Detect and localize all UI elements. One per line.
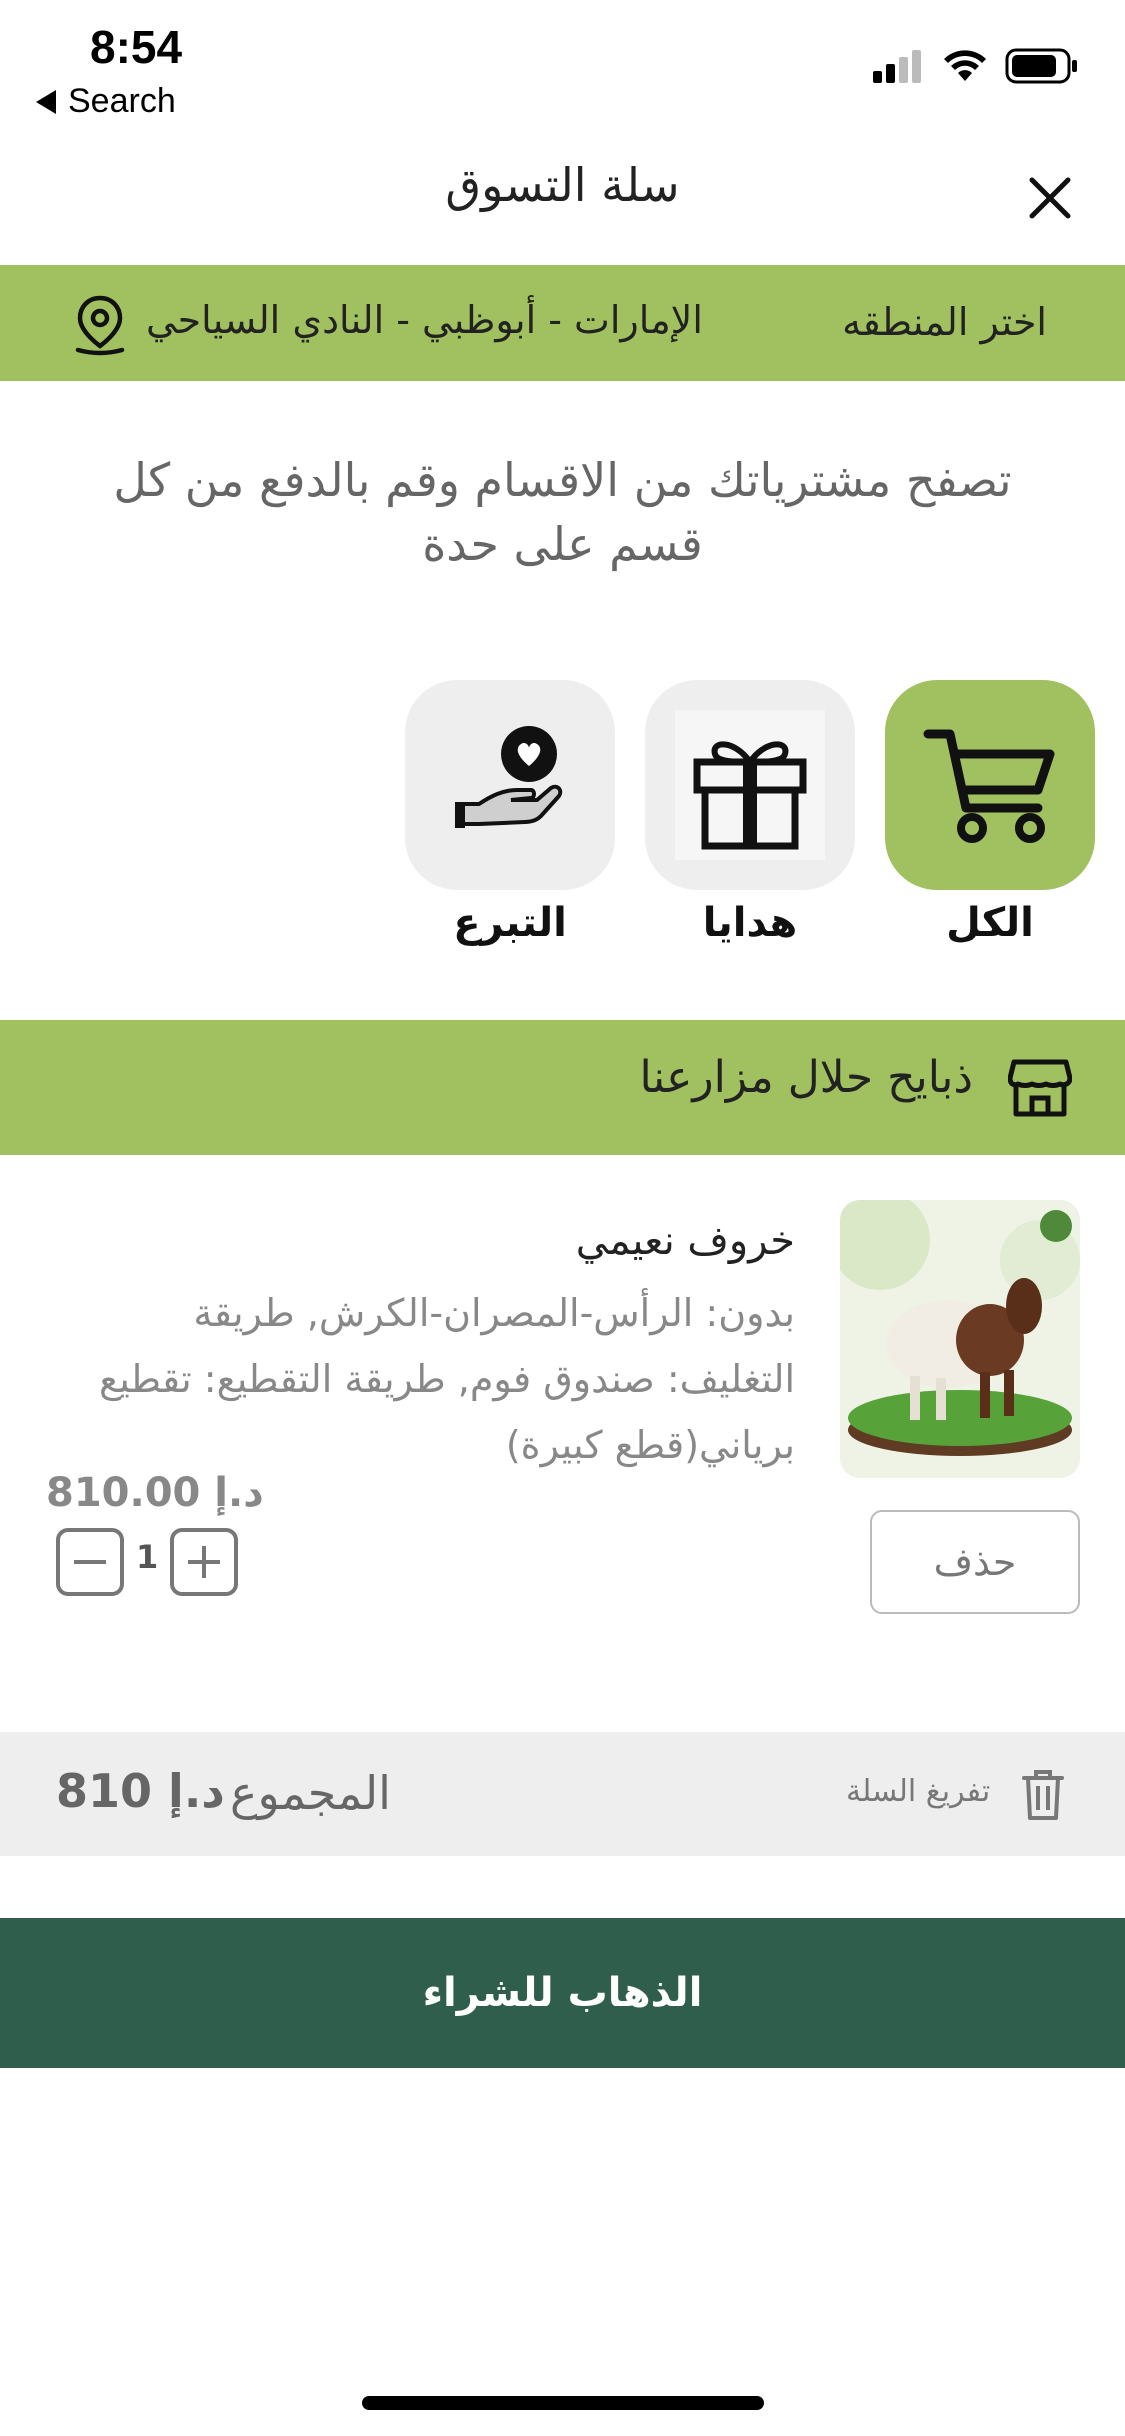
checkout-button[interactable]: الذهاب للشراء (0, 1918, 1125, 2068)
category-gifts-label[interactable]: هدايا (645, 900, 855, 946)
back-label: Search (68, 82, 176, 120)
trash-icon[interactable] (1020, 1766, 1066, 1822)
category-gifts-tile[interactable] (645, 680, 855, 890)
category-all-tile[interactable] (885, 680, 1095, 890)
clear-cart-button[interactable]: تفريغ السلة (846, 1774, 990, 1809)
location-value: الإمارات - أبوظبي - النادي السياحي (146, 298, 703, 342)
home-indicator[interactable] (362, 2396, 764, 2410)
category-donation-tile[interactable] (405, 680, 615, 890)
category-donation-label[interactable]: التبرع (405, 900, 615, 946)
store-icon (1008, 1059, 1072, 1117)
status-icons (871, 48, 1079, 84)
location-pin-icon (75, 295, 125, 356)
sheep-image (840, 1200, 1080, 1478)
close-icon[interactable] (1020, 168, 1080, 228)
total-amount: 810 د.إ (56, 1764, 225, 1818)
back-arrow-icon (36, 89, 56, 114)
status-time: 8:54 (90, 21, 183, 73)
product-price: 810.00 د.إ (46, 1470, 264, 1516)
wifi-icon (944, 50, 986, 81)
category-all-label[interactable]: الكل (885, 900, 1095, 946)
product-image[interactable] (840, 1200, 1080, 1478)
section-title: ذبايح حلال مزارعنا (639, 1052, 973, 1103)
quantity-increase-button[interactable] (170, 1528, 238, 1596)
gift-icon (675, 710, 825, 860)
location-select-label[interactable]: اختر المنطقه (842, 300, 1047, 344)
product-name[interactable]: خروف نعيمي (576, 1218, 795, 1264)
battery-icon (1005, 48, 1077, 84)
quantity-decrease-button[interactable] (56, 1528, 124, 1596)
total-label: المجموع (230, 1766, 391, 1820)
product-description: بدون: الرأس-المصران-الكرش, طريقة التغليف… (99, 1291, 795, 1467)
donation-icon (455, 726, 563, 828)
intro-text: تصفح مشترياتك من الاقسام وقم بالدفع من ك… (113, 453, 1012, 571)
back-to-search-link[interactable]: Search (36, 82, 176, 121)
quantity-value: 1 (136, 1538, 159, 1576)
page-title: سلة التسوق (445, 158, 680, 212)
cart-icon (923, 729, 1055, 843)
delete-item-button[interactable]: حذف (870, 1510, 1080, 1614)
signal-icon (873, 50, 921, 83)
